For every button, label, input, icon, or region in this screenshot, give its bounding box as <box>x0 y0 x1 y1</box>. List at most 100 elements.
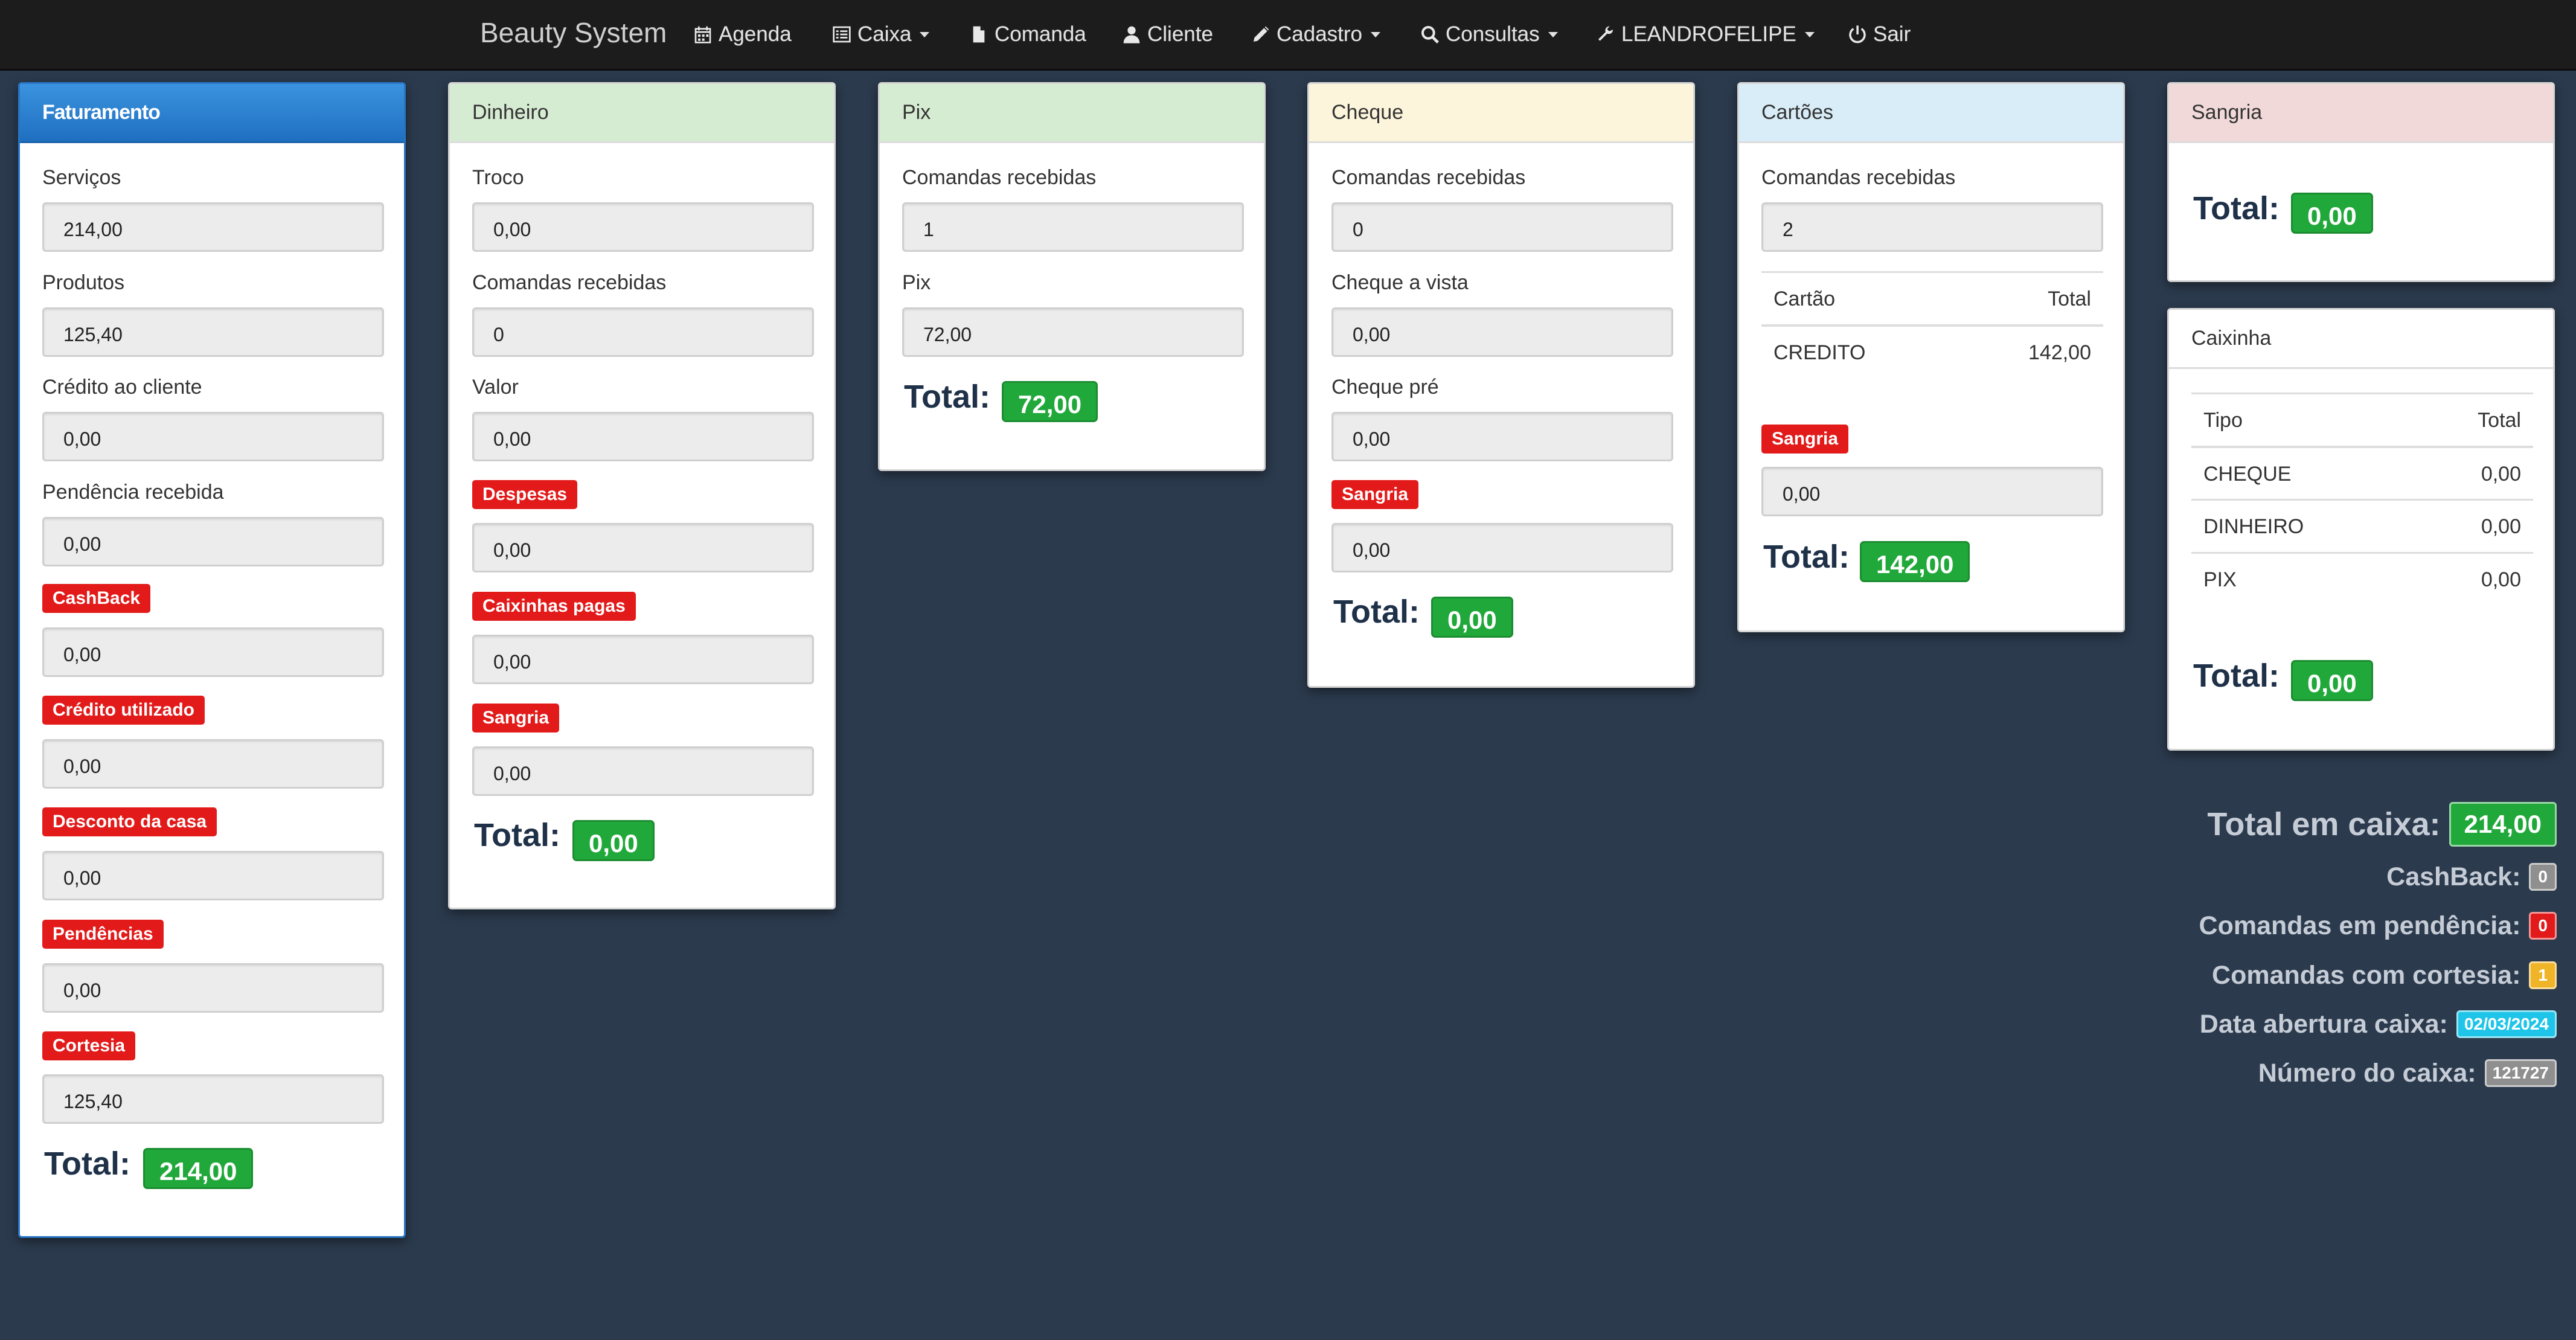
comandas-cortesia-label: Comandas com cortesia: <box>2212 960 2521 990</box>
comandas-recebidas-field[interactable]: 0 <box>472 307 814 357</box>
cheque-pre-label: Cheque pré <box>1331 376 1439 399</box>
comandas-recebidas-field[interactable]: 2 <box>1761 202 2103 252</box>
nav-comanda[interactable]: Comanda <box>969 19 1086 50</box>
total-em-caixa-label: Total em caixa: <box>2207 806 2441 842</box>
nav-cadastro[interactable]: Cadastro <box>1251 19 1381 50</box>
despesas-badge: Despesas <box>472 480 578 509</box>
table-row: CHEQUE 0,00 <box>2191 446 2533 499</box>
total-label: Total: <box>2193 658 2280 694</box>
panel-sangria: Sangria Total: 0,00 <box>2167 82 2555 282</box>
troco-label: Troco <box>472 166 524 189</box>
search-icon <box>1421 26 1439 43</box>
sangria-field[interactable]: 0,00 <box>472 746 814 796</box>
cheque-pre-field[interactable]: 0,00 <box>1331 412 1673 461</box>
panel-caixinha: Caixinha Tipo Total CHEQUE 0,00 DINHEIRO… <box>2167 308 2555 751</box>
nav-consultas-label: Consultas <box>1446 22 1540 46</box>
total-em-caixa-row: Total em caixa: 214,00 <box>2207 802 2557 847</box>
panel-title: Cheque <box>1309 84 1693 143</box>
pendencia-recebida-label: Pendência recebida <box>42 481 224 504</box>
desconto-casa-field[interactable]: 0,00 <box>42 851 384 900</box>
despesas-field[interactable]: 0,00 <box>472 523 814 572</box>
comandas-cortesia-badge: 1 <box>2529 961 2557 989</box>
nav-caixa-label: Caixa <box>857 22 912 46</box>
cashback-row: CashBack: 0 <box>2386 856 2557 898</box>
total-label: Total: <box>904 379 990 415</box>
sangria-badge: Sangria <box>1761 425 1849 454</box>
cheque-vista-field[interactable]: 0,00 <box>1331 307 1673 357</box>
produtos-field[interactable]: 125,40 <box>42 307 384 357</box>
data-abertura-row: Data abertura caixa: 02/03/2024 <box>2200 1003 2557 1045</box>
calendar-icon <box>694 26 711 43</box>
table-header: Cartão Total <box>1761 271 2103 324</box>
table-row: CREDITO 142,00 <box>1761 324 2103 377</box>
credito-utilizado-field[interactable]: 0,00 <box>42 739 384 789</box>
panel-title: Faturamento <box>20 84 404 143</box>
data-abertura-badge: 02/03/2024 <box>2456 1010 2557 1038</box>
cashback-field[interactable]: 0,00 <box>42 627 384 677</box>
column-header-tipo: Tipo <box>2203 409 2243 432</box>
sangria-badge: Sangria <box>472 704 560 733</box>
cortesia-field[interactable]: 125,40 <box>42 1074 384 1124</box>
table-row: PIX 0,00 <box>2191 552 2533 605</box>
panel-cartoes: Cartões Comandas recebidas 2 Cartão Tota… <box>1737 82 2125 632</box>
cashback-badge: 0 <box>2529 863 2557 891</box>
nav-sair[interactable]: Sair <box>1848 19 1911 50</box>
pix-field[interactable]: 72,00 <box>902 307 1244 357</box>
nav-consultas[interactable]: Consultas <box>1420 19 1558 50</box>
power-icon <box>1849 25 1866 43</box>
user-icon <box>1123 26 1140 43</box>
credito-cliente-field[interactable]: 0,00 <box>42 412 384 461</box>
nav-cliente-label: Cliente <box>1147 22 1213 46</box>
comandas-recebidas-label: Comandas recebidas <box>1761 166 1956 189</box>
comandas-pendencia-badge: 0 <box>2529 912 2557 940</box>
panel-title: Cartões <box>1739 84 2123 143</box>
comandas-recebidas-label: Comandas recebidas <box>1331 166 1526 189</box>
numero-caixa-label: Número do caixa: <box>2258 1058 2476 1088</box>
list-icon <box>833 26 851 43</box>
valor-field[interactable]: 0,00 <box>472 412 814 461</box>
nav-agenda-label: Agenda <box>719 22 792 46</box>
panel-cheque: Cheque Comandas recebidas 0 Cheque a vis… <box>1307 82 1695 688</box>
table-row: DINHEIRO 0,00 <box>2191 499 2533 552</box>
sangria-field[interactable]: 0,00 <box>1761 467 2103 516</box>
nav-cliente[interactable]: Cliente <box>1122 19 1213 50</box>
comandas-pendencia-row: Comandas em pendência: 0 <box>2199 905 2557 947</box>
chevron-down-icon <box>1548 31 1558 37</box>
comandas-recebidas-field[interactable]: 0 <box>1331 202 1673 252</box>
cell-total: 0,00 <box>2481 515 2521 538</box>
cell-tipo: PIX <box>2203 568 2237 591</box>
pendencias-badge: Pendências <box>42 920 164 949</box>
valor-label: Valor <box>472 376 519 399</box>
total-value-badge: 0,00 <box>2291 660 2373 701</box>
cell-cartao: CREDITO <box>1773 341 1866 364</box>
pendencia-recebida-field[interactable]: 0,00 <box>42 517 384 566</box>
sangria-badge: Sangria <box>1331 480 1419 509</box>
total-value-badge: 142,00 <box>1860 541 1970 582</box>
panel-title: Pix <box>880 84 1264 143</box>
brand-title[interactable]: Beauty System <box>480 16 667 49</box>
nav-user-menu[interactable]: LEANDROFELIPE <box>1596 19 1815 50</box>
servicos-field[interactable]: 214,00 <box>42 202 384 252</box>
pendencias-field[interactable]: 0,00 <box>42 963 384 1013</box>
caixinhas-pagas-field[interactable]: 0,00 <box>472 635 814 684</box>
panel-pix: Pix Comandas recebidas 1 Pix 72,00 Total… <box>878 82 1266 471</box>
credito-utilizado-badge: Crédito utilizado <box>42 696 205 725</box>
nav-comanda-label: Comanda <box>995 22 1086 46</box>
nav-user-label: LEANDROFELIPE <box>1621 22 1796 46</box>
nav-agenda[interactable]: Agenda <box>693 19 792 50</box>
comandas-pendencia-label: Comandas em pendência: <box>2199 911 2521 940</box>
nav-caixa[interactable]: Caixa <box>832 19 930 50</box>
cashback-label: CashBack: <box>2386 862 2521 891</box>
pencil-icon <box>1254 26 1269 42</box>
cortesia-badge: Cortesia <box>42 1031 136 1060</box>
panel-title: Sangria <box>2169 84 2553 143</box>
troco-field[interactable]: 0,00 <box>472 202 814 252</box>
total-label: Total: <box>1333 594 1420 630</box>
sangria-field[interactable]: 0,00 <box>1331 523 1673 572</box>
total-value-badge: 0,00 <box>572 820 655 861</box>
file-icon <box>973 26 985 43</box>
comandas-recebidas-field[interactable]: 1 <box>902 202 1244 252</box>
credito-cliente-label: Crédito ao cliente <box>42 376 202 399</box>
wrench-icon <box>1598 26 1613 41</box>
navbar: Beauty System Agenda Caixa Comanda Clien… <box>0 0 2576 71</box>
